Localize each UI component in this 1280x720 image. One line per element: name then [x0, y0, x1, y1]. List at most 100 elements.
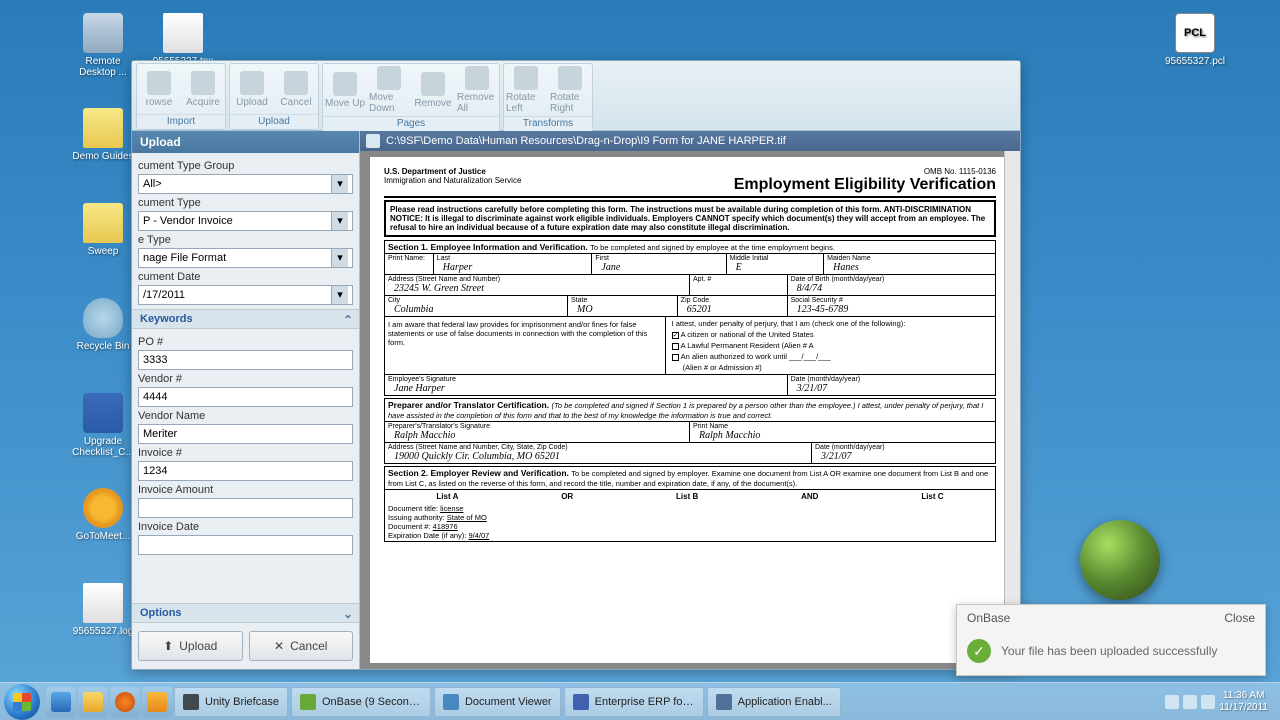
ribbon-btn-label: Remove: [414, 98, 451, 109]
taskbar-clock[interactable]: 11:36 AM 11/17/2011: [1219, 690, 1268, 714]
desktop-icon-recycle-bin[interactable]: Recycle Bin: [68, 298, 138, 352]
start-button[interactable]: [4, 684, 40, 720]
toast-message: Your file has been uploaded successfully: [1001, 644, 1217, 658]
desktop-icon-file-log[interactable]: 95655327.log: [68, 583, 138, 637]
file-path-bar: C:\9SF\Demo Data\Human Resources\Drag-n-…: [360, 131, 1020, 151]
ribbon-btn-upload[interactable]: Upload: [230, 64, 274, 114]
desktop-icon-file-pcl[interactable]: PCL95655327.pcl: [1160, 13, 1230, 67]
taskbar-app-label: Document Viewer: [465, 696, 552, 708]
desktop-icon-file-tnx[interactable]: 95655327.tnx: [148, 13, 218, 67]
file-type-select[interactable]: nage File Format: [138, 248, 353, 268]
keyword-label-invoice-: Invoice #: [138, 447, 353, 459]
ribbon-btn-icon: [421, 72, 445, 96]
desktop-icon-gotomeeting[interactable]: GoToMeet...: [68, 488, 138, 542]
green-orb-decoration: [1080, 520, 1160, 600]
doc-type-group-select[interactable]: All>: [138, 174, 353, 194]
tray-icon[interactable]: [1201, 695, 1215, 709]
ribbon-group-label: Pages: [323, 116, 499, 131]
onbase-upload-window: rowseAcquireImportUploadCancelUploadMove…: [131, 60, 1021, 670]
ribbon-btn-label: Move Down: [369, 92, 409, 114]
ribbon-btn-icon: [558, 66, 582, 90]
keyword-input-invoice-[interactable]: [138, 461, 353, 481]
taskbar-item[interactable]: OnBase (9 Second...: [291, 687, 431, 717]
doc-type-group-label: cument Type Group: [138, 160, 353, 172]
taskbar-item[interactable]: Application Enabl...: [707, 687, 841, 717]
ribbon-btn-icon: [465, 66, 489, 90]
keyword-label-po-: PO #: [138, 336, 353, 348]
ribbon-btn-rotate-left[interactable]: Rotate Left: [504, 64, 548, 116]
ribbon-btn-label: rowse: [146, 97, 173, 108]
toast-app-name: OnBase: [967, 611, 1010, 625]
system-tray: 11:36 AM 11/17/2011: [1157, 690, 1276, 714]
ribbon-btn-remove-all[interactable]: Remove All: [455, 64, 499, 116]
keyword-label-invoice-date: Invoice Date: [138, 521, 353, 533]
icon-label: 95655327.pcl: [1160, 56, 1230, 67]
desktop-icon-demo-guides[interactable]: Demo Guides: [68, 108, 138, 162]
document-preview[interactable]: U.S. Department of JusticeImmigration an…: [360, 151, 1020, 669]
keyword-input-invoice-date[interactable]: [138, 535, 353, 555]
taskbar-app-label: Unity Briefcase: [205, 696, 279, 708]
ribbon-btn-rowse[interactable]: rowse: [137, 64, 181, 114]
cancel-icon: ✕: [274, 639, 284, 653]
tray-icon[interactable]: [1183, 695, 1197, 709]
taskbar-app-icon: [716, 694, 732, 710]
ribbon-btn-icon: [147, 71, 171, 95]
ribbon-btn-move-up[interactable]: Move Up: [323, 64, 367, 116]
taskbar-item[interactable]: Document Viewer: [434, 687, 561, 717]
pinned-explorer[interactable]: [78, 687, 108, 717]
ribbon-btn-remove[interactable]: Remove: [411, 64, 455, 116]
ribbon-group-label: Upload: [230, 114, 318, 129]
taskbar-app-icon: [183, 694, 199, 710]
icon-label: 95655327.log: [68, 626, 138, 637]
taskbar-item[interactable]: Enterprise ERP for...: [564, 687, 704, 717]
ribbon-group-label: Transforms: [504, 116, 592, 131]
options-header[interactable]: Options⌄: [132, 603, 359, 623]
pinned-outlook[interactable]: [142, 687, 172, 717]
doc-date-input[interactable]: /17/2011: [138, 285, 353, 305]
icon-label: Recycle Bin: [68, 341, 138, 352]
desktop-icon-sweep[interactable]: Sweep: [68, 203, 138, 257]
pinned-ie[interactable]: [46, 687, 76, 717]
keyword-input-invoice-amount[interactable]: [138, 498, 353, 518]
keywords-header[interactable]: Keywords⌃: [132, 309, 359, 329]
desktop-icon-remote-desktop[interactable]: Remote Desktop ...: [68, 13, 138, 78]
pinned-firefox[interactable]: [110, 687, 140, 717]
keyword-input-vendor-[interactable]: [138, 387, 353, 407]
ribbon-btn-cancel[interactable]: Cancel: [274, 64, 318, 114]
ribbon-btn-rotate-right[interactable]: Rotate Right: [548, 64, 592, 116]
keyword-input-po-[interactable]: [138, 350, 353, 370]
doc-type-select[interactable]: P - Vendor Invoice: [138, 211, 353, 231]
file-type-label: e Type: [138, 234, 353, 246]
cancel-button[interactable]: ✕Cancel: [249, 631, 354, 661]
ribbon-btn-label: Acquire: [186, 97, 220, 108]
ribbon-group-import: rowseAcquireImport: [136, 63, 226, 130]
desktop-icon-upgrade-checklist[interactable]: Upgrade Checklist_C...: [68, 393, 138, 458]
ribbon-btn-icon: [191, 71, 215, 95]
panel-fields: cument Type Group All> cument Type P - V…: [132, 153, 359, 309]
windows-taskbar: Unity Briefcase OnBase (9 Second... Docume…: [0, 682, 1280, 720]
file-tnx-icon: [163, 13, 203, 53]
upload-success-toast: OnBase Close ✓ Your file has been upload…: [956, 604, 1266, 676]
taskbar-item[interactable]: Unity Briefcase: [174, 687, 288, 717]
tray-icon[interactable]: [1165, 695, 1179, 709]
keyword-label-vendor-: Vendor #: [138, 373, 353, 385]
upload-button[interactable]: ⬆Upload: [138, 631, 243, 661]
taskbar-app-icon: [443, 694, 459, 710]
doc-date-label: cument Date: [138, 271, 353, 283]
icon-label: GoToMeet...: [68, 531, 138, 542]
ribbon-btn-label: Upload: [236, 97, 268, 108]
ribbon-btn-icon: [514, 66, 538, 90]
icon-label: Demo Guides: [68, 151, 138, 162]
ribbon-btn-move-down[interactable]: Move Down: [367, 64, 411, 116]
remote-desktop-icon: [83, 13, 123, 53]
ribbon-group-transforms: Rotate LeftRotate RightTransforms: [503, 63, 593, 130]
recycle-bin-icon: [83, 298, 123, 338]
keyword-input-vendor-name[interactable]: [138, 424, 353, 444]
ribbon-group-pages: Move UpMove Down Remove Remove AllPages: [322, 63, 500, 130]
ribbon-btn-acquire[interactable]: Acquire: [181, 64, 225, 114]
upload-panel: Upload cument Type Group All> cument Typ…: [132, 131, 360, 669]
preview-scrollbar[interactable]: [1004, 151, 1020, 669]
toast-close-button[interactable]: Close: [1224, 611, 1255, 625]
success-check-icon: ✓: [967, 639, 991, 663]
chevron-up-icon: ⌃: [343, 313, 353, 327]
